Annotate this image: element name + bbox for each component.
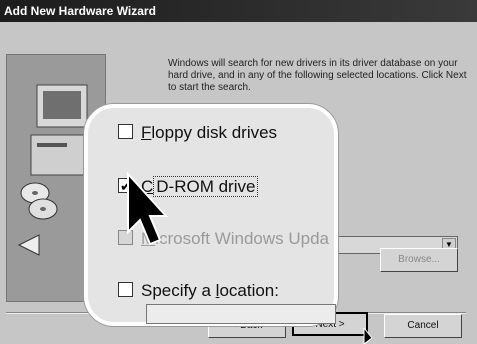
wizard-window: Windows will search for new drivers in i… xyxy=(0,22,477,344)
window-titlebar: Add New Hardware Wizard xyxy=(0,0,477,22)
mouse-pointer-icon xyxy=(127,171,169,246)
floppy-checkbox[interactable] xyxy=(118,124,133,140)
option-specify-location[interactable]: Specify a location: xyxy=(118,280,279,302)
floppy-label: loppy disk drives xyxy=(151,123,278,142)
wizard-description: Windows will search for new drivers in i… xyxy=(168,58,467,93)
specify-location-label: ocation: xyxy=(219,281,279,300)
window-title: Add New Hardware Wizard xyxy=(4,4,156,18)
cancel-button-label: Cancel xyxy=(407,320,439,331)
mouse-pointer-icon xyxy=(363,328,373,344)
floppy-label-key: F xyxy=(141,123,152,142)
option-floppy[interactable]: Floppy disk drives xyxy=(118,122,277,144)
specify-location-label-pre: Specify a xyxy=(141,281,216,300)
cd-discs-icon xyxy=(20,182,58,220)
location-input[interactable] xyxy=(146,304,336,324)
browse-button[interactable]: Browse... xyxy=(380,248,458,272)
windows-update-label: icrosoft Windows Upda xyxy=(155,229,330,248)
specify-location-checkbox[interactable] xyxy=(118,282,133,298)
cancel-button[interactable]: Cancel xyxy=(384,314,462,338)
